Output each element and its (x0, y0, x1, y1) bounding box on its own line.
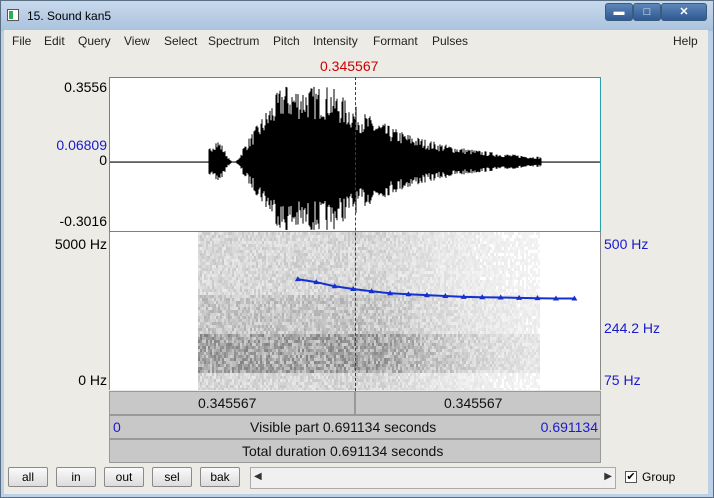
menu-query[interactable]: Query (78, 34, 111, 48)
visible-end-label: 0.691134 (540, 419, 598, 435)
group-checkbox[interactable]: ✔ (625, 471, 637, 483)
menu-pitch[interactable]: Pitch (273, 34, 300, 48)
zoom-sel-button[interactable]: sel (152, 467, 192, 487)
right-segment-label: 0.345567 (444, 395, 503, 411)
cursor-time-label: 0.345567 (320, 58, 379, 74)
menu-formant[interactable]: Formant (373, 34, 418, 48)
pitch-mid-label: 244.2 Hz (604, 320, 661, 336)
menu-pulses[interactable]: Pulses (432, 34, 468, 48)
visible-start-label: 0 (113, 419, 121, 435)
minimize-button[interactable]: ▬ (605, 3, 633, 21)
group-label: Group (642, 470, 676, 484)
checkmark-icon: ✔ (626, 471, 636, 483)
menu-help[interactable]: Help (673, 34, 698, 48)
left-segment-bar[interactable]: 0.345567 (109, 391, 355, 415)
zoom-out-button[interactable]: out (104, 467, 144, 487)
menu-intensity[interactable]: Intensity (313, 34, 358, 48)
menu-edit[interactable]: Edit (44, 34, 65, 48)
close-button[interactable]: ✕ (661, 3, 707, 21)
spectrogram-freq-top-label: 5000 Hz (54, 236, 107, 252)
scroll-right-arrow-icon[interactable]: ▶ (604, 471, 612, 482)
scroll-left-arrow-icon[interactable]: ◀ (254, 471, 262, 482)
total-duration-bar[interactable]: Total duration 0.691134 seconds (109, 439, 601, 463)
spectrogram-striations (198, 232, 540, 390)
zoom-all-button[interactable]: all (8, 467, 48, 487)
waveform-y-max-label: 0.3556 (64, 79, 107, 95)
menu-file[interactable]: File (12, 34, 31, 48)
cursor-line (355, 77, 356, 391)
zoom-in-button[interactable]: in (56, 467, 96, 487)
visible-part-label: Visible part 0.691134 seconds (250, 419, 437, 435)
pitch-top-label: 500 Hz (604, 236, 649, 252)
waveform-cursor-value-label: 0.06809 (56, 137, 107, 153)
menu-bar: File Edit Query View Select Spectrum Pit… (4, 30, 708, 53)
spectrogram-freq-bottom-label: 0 Hz (78, 372, 107, 388)
title-bar[interactable]: 15. Sound kan5 ▬ □ ✕ (1, 1, 713, 31)
waveform-y-min-label: -0.3016 (59, 213, 107, 229)
left-segment-label: 0.345567 (198, 395, 257, 411)
waveform-zero-label: 0 (99, 152, 107, 168)
horizontal-scrollbar[interactable]: ◀ ▶ (250, 467, 616, 489)
visible-part-bar[interactable]: 0 Visible part 0.691134 seconds 0.691134 (109, 415, 601, 439)
total-duration-label: Total duration 0.691134 seconds (242, 443, 444, 459)
close-icon: ✕ (679, 6, 689, 18)
maximize-icon: □ (643, 6, 651, 18)
praat-window-icon (7, 9, 19, 21)
window-title: 15. Sound kan5 (27, 9, 112, 23)
maximize-button[interactable]: □ (633, 3, 661, 21)
menu-view[interactable]: View (124, 34, 150, 48)
zoom-back-button[interactable]: bak (200, 467, 240, 487)
right-segment-bar[interactable]: 0.345567 (355, 391, 601, 415)
minimize-icon: ▬ (613, 6, 625, 18)
menu-spectrum[interactable]: Spectrum (208, 34, 259, 48)
menu-select[interactable]: Select (164, 34, 197, 48)
pitch-bottom-label: 75 Hz (604, 372, 641, 388)
